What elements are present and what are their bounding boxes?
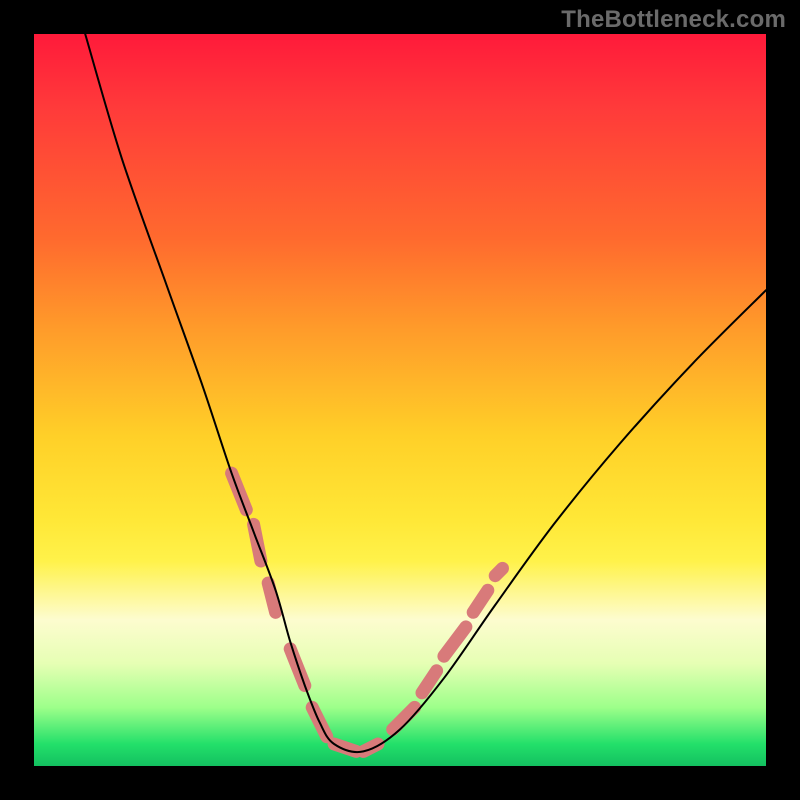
plot-area xyxy=(34,34,766,766)
chart-frame: TheBottleneck.com xyxy=(0,0,800,800)
highlight-segment xyxy=(495,568,502,575)
highlight-segment xyxy=(473,590,488,612)
highlight-markers xyxy=(232,473,503,751)
watermark-text: TheBottleneck.com xyxy=(561,6,786,34)
chart-svg xyxy=(34,34,766,766)
bottleneck-curve xyxy=(85,34,766,752)
